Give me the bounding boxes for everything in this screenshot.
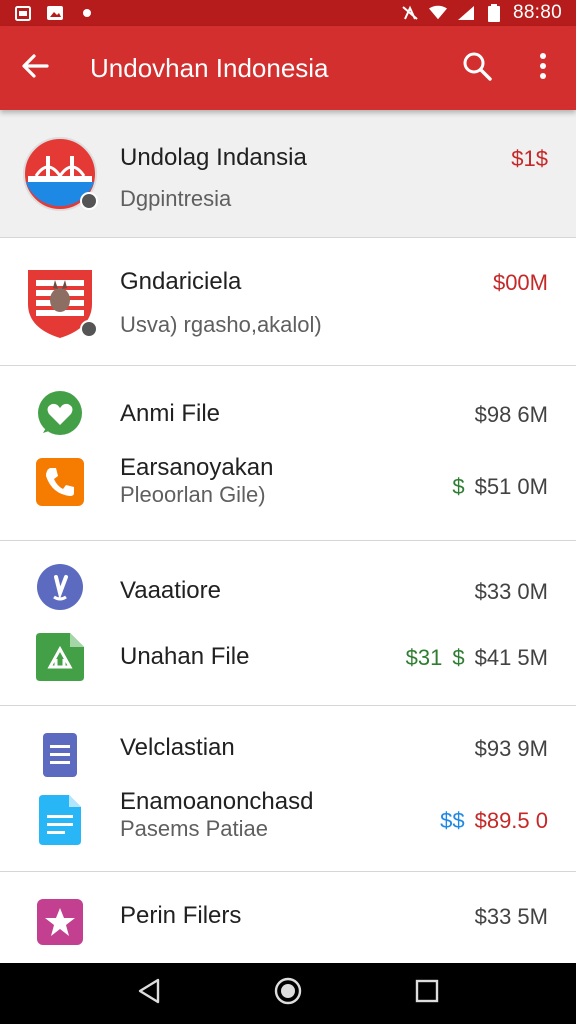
item-title: Anmi File <box>120 400 221 427</box>
item-title: Earsanoyakan <box>120 454 274 481</box>
item-title: Velclastian <box>120 734 235 761</box>
list-group: Anmi File $98 6M Earsanoyakan Pleoorlan … <box>0 366 576 541</box>
item-amount: $31 $ $41 5M <box>406 645 548 671</box>
amount-value: $51 0M <box>474 474 548 499</box>
file-list: Undolag Indansia Dgpintresia $1$ Gndaric… <box>0 110 576 963</box>
nav-back-icon <box>136 977 162 1010</box>
app-bar: Undovhan Indonesia <box>0 26 576 110</box>
back-button[interactable] <box>0 26 70 110</box>
doc-file-icon <box>32 792 88 848</box>
list-group: Perin Filers $33 5M <box>0 872 576 963</box>
document-icon <box>32 728 88 784</box>
image-icon <box>46 5 64 21</box>
list-group: Gndariciela Usva) rgasho,akalol) $00M <box>0 238 576 366</box>
item-title: Unahan File <box>120 643 250 670</box>
list-item[interactable]: Unahan File $31 $ $41 5M <box>0 619 576 706</box>
item-title: Vaaatiore <box>120 577 221 604</box>
item-title: Perin Filers <box>120 902 242 929</box>
list-group: Undolag Indansia Dgpintresia $1$ <box>0 110 576 238</box>
more-vert-icon <box>538 51 548 86</box>
item-amount: $$ $89.5 0 <box>440 808 548 834</box>
amount-value: $ <box>452 645 465 670</box>
signal-off-icon <box>401 5 419 21</box>
flag-bridge-icon <box>22 136 98 212</box>
phone-icon <box>32 454 88 510</box>
nav-recents-icon <box>415 979 439 1008</box>
list-item[interactable]: Vaaatiore $33 0M <box>0 541 576 619</box>
overflow-menu-button[interactable] <box>510 26 576 110</box>
list-group: Velclastian $93 9M Enamoanonchasd Pasems… <box>0 706 576 872</box>
nav-recents-button[interactable] <box>407 974 447 1014</box>
dot-icon <box>78 5 96 21</box>
item-title: Gndariciela <box>120 268 242 295</box>
wifi-icon <box>428 5 447 21</box>
star-icon <box>32 894 88 950</box>
status-bar: 88:80 <box>0 0 576 26</box>
item-amount: $00M <box>493 270 548 296</box>
item-amount: $1$ <box>511 146 548 172</box>
nav-back-button[interactable] <box>129 974 169 1014</box>
search-icon <box>462 51 492 86</box>
item-amount: $98 6M <box>475 402 548 428</box>
list-item[interactable]: Perin Filers $33 5M <box>0 872 576 963</box>
amount-value: $$ <box>440 808 465 833</box>
calendar-icon <box>14 5 32 21</box>
search-button[interactable] <box>444 26 510 110</box>
amount-value: $41 5M <box>474 645 548 670</box>
navigation-bar <box>0 963 576 1024</box>
item-subtitle: Pasems Patiae <box>120 816 268 841</box>
amount-value: $1$ <box>511 146 548 171</box>
viber-icon <box>32 559 88 615</box>
item-title: Undolag Indansia <box>120 144 307 171</box>
list-item[interactable]: Enamoanonchasd Pasems Patiae $$ $89.5 0 <box>0 784 576 872</box>
battery-icon <box>485 4 503 22</box>
amount-value: $33 5M <box>474 904 548 929</box>
nav-home-icon <box>273 976 303 1011</box>
amount-value: $ <box>452 474 465 499</box>
amount-value: $33 0M <box>474 579 548 604</box>
nav-home-button[interactable] <box>268 974 308 1014</box>
item-amount: $33 5M <box>475 904 548 930</box>
item-subtitle: Pleoorlan Gile) <box>120 482 266 507</box>
item-amount: $33 0M <box>475 579 548 605</box>
item-amount: $93 9M <box>475 736 548 762</box>
item-amount: $ $51 0M <box>452 474 548 500</box>
list-item[interactable]: Earsanoyakan Pleoorlan Gile) $ $51 0M <box>0 444 576 541</box>
amount-value: $98 6M <box>474 402 548 427</box>
kangaroo-flag-icon <box>22 264 98 340</box>
amount-value: $93 9M <box>474 736 548 761</box>
status-time: 88:80 <box>512 2 562 23</box>
list-item[interactable]: Velclastian $93 9M <box>0 706 576 784</box>
page-title: Undovhan Indonesia <box>90 52 329 83</box>
list-group: Vaaatiore $33 0M Unahan File $31 $ $41 5… <box>0 541 576 706</box>
list-item[interactable]: Undolag Indansia Dgpintresia $1$ <box>0 110 576 238</box>
cell-signal-icon <box>457 5 475 21</box>
list-item[interactable]: Anmi File $98 6M <box>0 366 576 444</box>
arrow-back-icon <box>20 51 50 86</box>
item-title: Enamoanonchasd <box>120 788 314 815</box>
amount-value: $31 <box>405 645 443 670</box>
item-subtitle: Usva) rgasho,akalol) <box>120 312 322 337</box>
amount-value: $00M <box>492 270 548 295</box>
item-subtitle: Dgpintresia <box>120 186 232 211</box>
chat-bubble-icon <box>32 386 88 442</box>
green-file-icon <box>32 629 88 685</box>
amount-value: $89.5 0 <box>474 808 548 833</box>
list-item[interactable]: Gndariciela Usva) rgasho,akalol) $00M <box>0 238 576 366</box>
